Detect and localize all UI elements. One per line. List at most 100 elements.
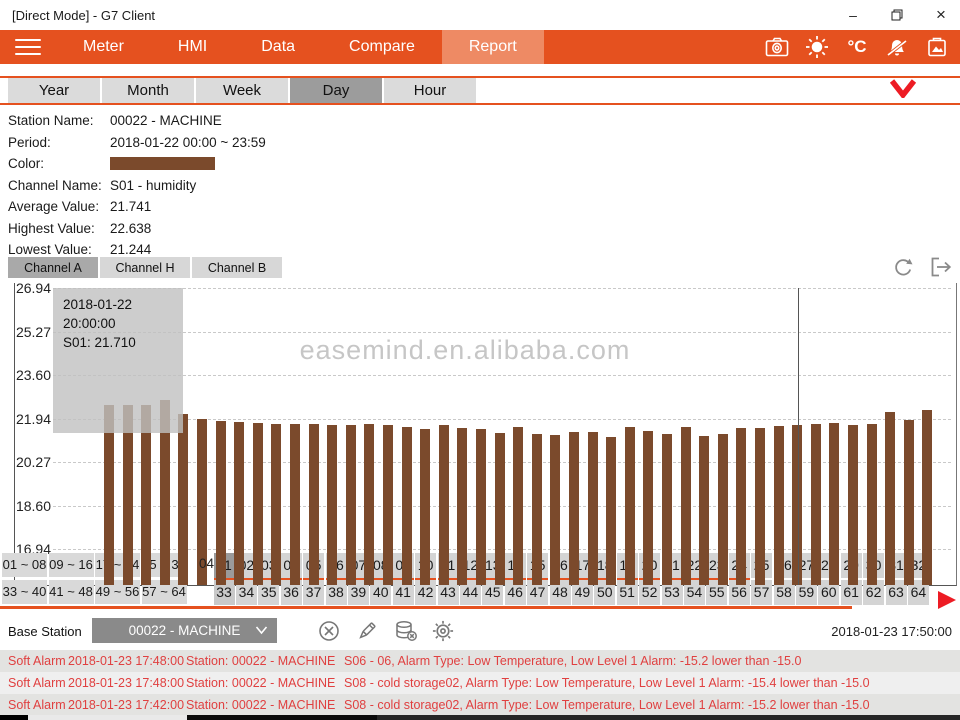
- info-value: 2018-01-22 00:00 ~ 23:59: [110, 135, 266, 150]
- channel-tab-a[interactable]: Channel A: [8, 257, 98, 278]
- bar[interactable]: [253, 423, 263, 585]
- tooltip-time: 2018-01-22 20:00:00: [63, 295, 183, 333]
- bar[interactable]: [662, 434, 672, 585]
- bar[interactable]: [774, 426, 784, 585]
- period-tab-year[interactable]: Year: [8, 78, 100, 103]
- bar[interactable]: [625, 427, 635, 585]
- bar[interactable]: [402, 427, 412, 585]
- bar[interactable]: [736, 428, 746, 585]
- tooltip-value: S01: 21.710: [63, 333, 183, 352]
- bar[interactable]: [476, 429, 486, 585]
- bar[interactable]: [513, 427, 523, 585]
- bar[interactable]: [904, 420, 914, 585]
- bar[interactable]: [178, 414, 188, 585]
- bell-off-icon[interactable]: [884, 35, 910, 59]
- bar[interactable]: [867, 424, 877, 585]
- title-bar: [Direct Mode] - G7 Client – ×: [0, 0, 960, 30]
- bar[interactable]: [271, 424, 281, 585]
- brightness-icon[interactable]: [804, 35, 830, 59]
- bar[interactable]: [829, 423, 839, 585]
- nav-items: MeterHMIDataCompareReport: [56, 30, 544, 64]
- bar[interactable]: [457, 428, 467, 585]
- info-row: Channel Name:S01 - humidity: [8, 175, 266, 197]
- channel-tab-h[interactable]: Channel H: [100, 257, 190, 278]
- selector-range-button[interactable]: 01 ~ 08: [2, 553, 47, 577]
- alarm-row[interactable]: Soft Alarm2018-01-23 17:42:00Station: 00…: [0, 694, 960, 716]
- hamburger-menu-icon[interactable]: [0, 30, 56, 64]
- bar[interactable]: [718, 434, 728, 585]
- bar[interactable]: [606, 437, 616, 585]
- period-tab-week[interactable]: Week: [196, 78, 288, 103]
- bar[interactable]: [588, 432, 598, 585]
- channel-tab-b[interactable]: Channel B: [192, 257, 282, 278]
- bar[interactable]: [885, 412, 895, 585]
- selector-range-button[interactable]: 49 ~ 56: [95, 580, 140, 604]
- celsius-unit-icon[interactable]: °C: [844, 35, 870, 59]
- close-button[interactable]: ×: [924, 0, 958, 30]
- color-swatch: [110, 157, 215, 170]
- selector-range-button[interactable]: 33 ~ 40: [2, 580, 47, 604]
- bar[interactable]: [309, 424, 319, 585]
- refresh-icon[interactable]: [891, 256, 915, 278]
- selector-range-button[interactable]: 41 ~ 48: [49, 580, 94, 604]
- bar[interactable]: [811, 424, 821, 585]
- nav-item-report[interactable]: Report: [442, 30, 544, 64]
- alarm-station: Station: 00022 - MACHINE: [186, 676, 344, 690]
- gridline: [53, 375, 951, 376]
- info-label: Lowest Value:: [8, 242, 110, 257]
- bar[interactable]: [216, 421, 226, 585]
- bar[interactable]: [364, 424, 374, 585]
- info-row: Color:: [8, 153, 266, 175]
- period-tab-hour[interactable]: Hour: [384, 78, 476, 103]
- bar[interactable]: [383, 425, 393, 585]
- period-tab-day[interactable]: Day: [290, 78, 382, 103]
- bar[interactable]: [234, 422, 244, 585]
- bar[interactable]: [922, 410, 932, 585]
- base-station-value: 00022 - MACHINE: [129, 623, 241, 638]
- selector-range-button[interactable]: 17 ~ 24: [95, 553, 140, 577]
- screenshot-album-icon[interactable]: [924, 35, 950, 59]
- alarm-row[interactable]: Soft Alarm2018-01-23 17:48:00Station: 00…: [0, 672, 960, 694]
- info-value: 21.741: [110, 199, 151, 214]
- settings-gear-icon[interactable]: [432, 620, 454, 642]
- info-label: Highest Value:: [8, 221, 110, 236]
- bar[interactable]: [755, 428, 765, 585]
- app-window: [Direct Mode] - G7 Client – × MeterHMIDa…: [0, 0, 960, 720]
- bar[interactable]: [532, 434, 542, 585]
- database-clear-icon[interactable]: [394, 620, 416, 642]
- nav-item-meter[interactable]: Meter: [56, 30, 151, 64]
- bar[interactable]: [327, 425, 337, 585]
- bar[interactable]: [569, 432, 579, 585]
- bar[interactable]: [550, 435, 560, 585]
- current-timestamp: 2018-01-23 17:50:00: [690, 624, 952, 639]
- alarm-time: 2018-01-23 17:48:00: [68, 676, 186, 690]
- restore-icon: [891, 9, 903, 21]
- camera-icon[interactable]: [764, 35, 790, 59]
- export-icon[interactable]: [930, 256, 954, 278]
- base-station-dropdown[interactable]: 00022 - MACHINE: [92, 618, 277, 643]
- nav-item-compare[interactable]: Compare: [322, 30, 442, 64]
- maximize-button[interactable]: [880, 0, 914, 30]
- period-tab-month[interactable]: Month: [102, 78, 194, 103]
- selector-range-button[interactable]: 09 ~ 16: [49, 553, 94, 577]
- bar[interactable]: [681, 427, 691, 585]
- bar[interactable]: [420, 429, 430, 585]
- red-collapse-arrow-icon[interactable]: [890, 79, 916, 98]
- bar[interactable]: [699, 436, 709, 585]
- bar[interactable]: [290, 424, 300, 585]
- minimize-button[interactable]: –: [836, 0, 870, 30]
- red-next-arrow-icon[interactable]: [938, 591, 956, 609]
- bar[interactable]: [346, 425, 356, 585]
- bar[interactable]: [495, 433, 505, 585]
- cancel-circle-icon[interactable]: [318, 620, 340, 642]
- bar[interactable]: [848, 425, 858, 585]
- alarm-message: S08 - cold storage02, Alarm Type: Low Te…: [344, 676, 870, 690]
- bar[interactable]: [643, 431, 653, 585]
- base-station-label: Base Station: [8, 624, 82, 639]
- report-info-panel: Station Name:00022 - MACHINEPeriod:2018-…: [8, 110, 266, 261]
- bar[interactable]: [439, 425, 449, 585]
- nav-item-hmi[interactable]: HMI: [151, 30, 234, 64]
- pencil-edit-icon[interactable]: [356, 620, 378, 642]
- nav-item-data[interactable]: Data: [234, 30, 322, 64]
- alarm-row[interactable]: Soft Alarm2018-01-23 17:48:00Station: 00…: [0, 650, 960, 672]
